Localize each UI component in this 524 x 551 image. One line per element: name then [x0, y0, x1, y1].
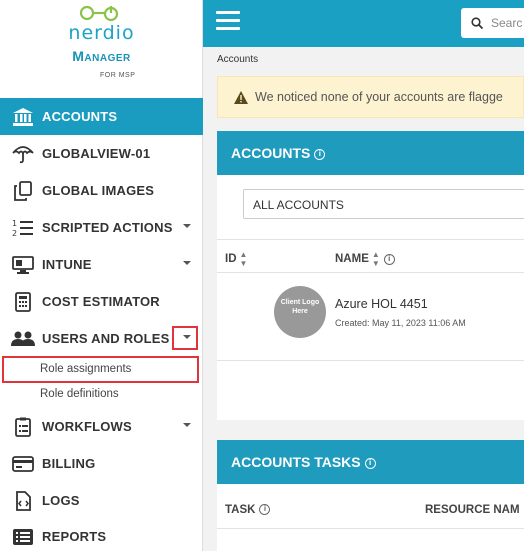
info-icon[interactable]: i	[314, 148, 326, 160]
nav-label: ACCOUNTS	[42, 109, 118, 124]
search-input[interactable]: Searc	[461, 8, 524, 38]
logo-product: Manager	[72, 48, 131, 64]
column-label: TASK	[225, 504, 256, 516]
numbered-list-icon: 12	[10, 217, 36, 239]
tasks-card-header: ACCOUNTS TASKS i	[217, 440, 524, 484]
nav-label: COST ESTIMATOR	[42, 294, 160, 309]
column-header-id[interactable]: ID ▲ ▼	[225, 250, 247, 268]
logo-wordmark: nerdio	[68, 22, 135, 44]
sort-icon[interactable]: ▲ ▼	[240, 250, 248, 268]
clipboard-icon	[10, 416, 36, 438]
sidebar: nerdio Manager FOR MSP ACCOUNTS GLOBALVI…	[0, 0, 203, 551]
warning-icon	[234, 91, 248, 104]
client-logo-avatar: Client Logo Here	[274, 286, 326, 338]
account-name[interactable]: Azure HOL 4451	[335, 297, 428, 311]
column-header-resource-name[interactable]: RESOURCE NAM	[425, 504, 520, 516]
copy-icon	[10, 180, 36, 202]
search-placeholder: Searc	[491, 16, 523, 30]
hamburger-menu-icon[interactable]	[216, 11, 240, 33]
table-row[interactable]: Client Logo Here Azure HOL 4451 Created:…	[217, 273, 524, 361]
nav-label: LOGS	[42, 493, 80, 508]
info-icon[interactable]: i	[364, 457, 376, 469]
info-icon[interactable]: i	[259, 504, 271, 516]
monitor-icon	[10, 254, 36, 276]
accounts-table-header: ID ▲ ▼ NAME ▲ ▼i	[217, 239, 524, 273]
highlight-role-assignments-box	[2, 356, 199, 383]
credit-card-icon	[10, 453, 36, 475]
svg-text:1: 1	[12, 219, 17, 228]
nav-globalview[interactable]: GLOBALVIEW-01	[0, 135, 203, 172]
nav-global-images[interactable]: GLOBAL IMAGES	[0, 172, 203, 209]
umbrella-icon	[10, 143, 36, 165]
nav-label: WORKFLOWS	[42, 419, 132, 434]
search-icon	[471, 17, 483, 29]
nav-label: USERS AND ROLES	[42, 331, 170, 346]
nav-label: SCRIPTED ACTIONS	[42, 220, 173, 235]
nav-cost-estimator[interactable]: COST ESTIMATOR	[0, 283, 203, 320]
column-label: NAME	[335, 253, 369, 266]
sub-item-role-definitions[interactable]: Role definitions	[0, 382, 203, 406]
nav-billing[interactable]: BILLING	[0, 445, 203, 482]
calculator-icon	[10, 291, 36, 313]
accounts-card-header: ACCOUNTS i	[217, 131, 524, 175]
accounts-card: ACCOUNTS i ALL ACCOUNTS ID ▲ ▼ NAME ▲ ▼i Clie…	[217, 131, 524, 420]
nav-label: GLOBAL IMAGES	[42, 183, 155, 198]
tasks-card-title: ACCOUNTS TASKS	[231, 454, 361, 470]
nav-label: INTUNE	[42, 257, 92, 272]
nav-scripted-actions[interactable]: 12 SCRIPTED ACTIONS	[0, 209, 203, 246]
bank-icon	[10, 106, 36, 128]
nav-label: GLOBALVIEW-01	[42, 146, 151, 161]
chevron-down-icon[interactable]	[183, 224, 191, 228]
nav-reports[interactable]: REPORTS	[0, 518, 203, 551]
sort-icon[interactable]: ▲ ▼	[372, 250, 380, 268]
warning-text: We noticed none of your accounts are fla…	[255, 90, 503, 104]
logo-edition: FOR MSP	[100, 72, 136, 79]
nerdio-logo[interactable]: nerdio Manager FOR MSP	[0, 0, 203, 96]
account-filter-select[interactable]: ALL ACCOUNTS	[243, 189, 524, 219]
nav-workflows[interactable]: WORKFLOWS	[0, 408, 203, 445]
nav-logs[interactable]: LOGS	[0, 482, 203, 519]
info-icon[interactable]: i	[383, 253, 395, 265]
logo-mark-icon	[79, 5, 119, 22]
nav-intune[interactable]: INTUNE	[0, 246, 203, 283]
warning-banner: We noticed none of your accounts are fla…	[217, 76, 524, 118]
accounts-tasks-card: ACCOUNTS TASKS i TASK i RESOURCE NAM	[217, 440, 524, 551]
top-bar: Searc	[203, 0, 524, 47]
column-header-name[interactable]: NAME ▲ ▼i	[335, 250, 395, 268]
svg-text:2: 2	[12, 229, 17, 238]
chevron-down-icon[interactable]	[183, 261, 191, 265]
users-icon	[10, 328, 36, 350]
column-header-task[interactable]: TASK i	[225, 504, 271, 516]
account-filter-value: ALL ACCOUNTS	[253, 198, 344, 212]
account-created: Created: May 11, 2023 11:06 AM	[335, 318, 466, 328]
breadcrumb[interactable]: Accounts	[217, 54, 258, 65]
file-code-icon	[10, 490, 36, 512]
divider	[217, 528, 524, 529]
highlight-caret-box	[172, 326, 198, 350]
nav-label: REPORTS	[42, 529, 107, 544]
nav-accounts[interactable]: ACCOUNTS	[0, 98, 203, 135]
chevron-down-icon[interactable]	[183, 423, 191, 427]
accounts-card-title: ACCOUNTS	[231, 145, 311, 161]
nav-label: BILLING	[42, 456, 96, 471]
list-icon	[10, 526, 36, 548]
column-label: ID	[225, 253, 237, 266]
